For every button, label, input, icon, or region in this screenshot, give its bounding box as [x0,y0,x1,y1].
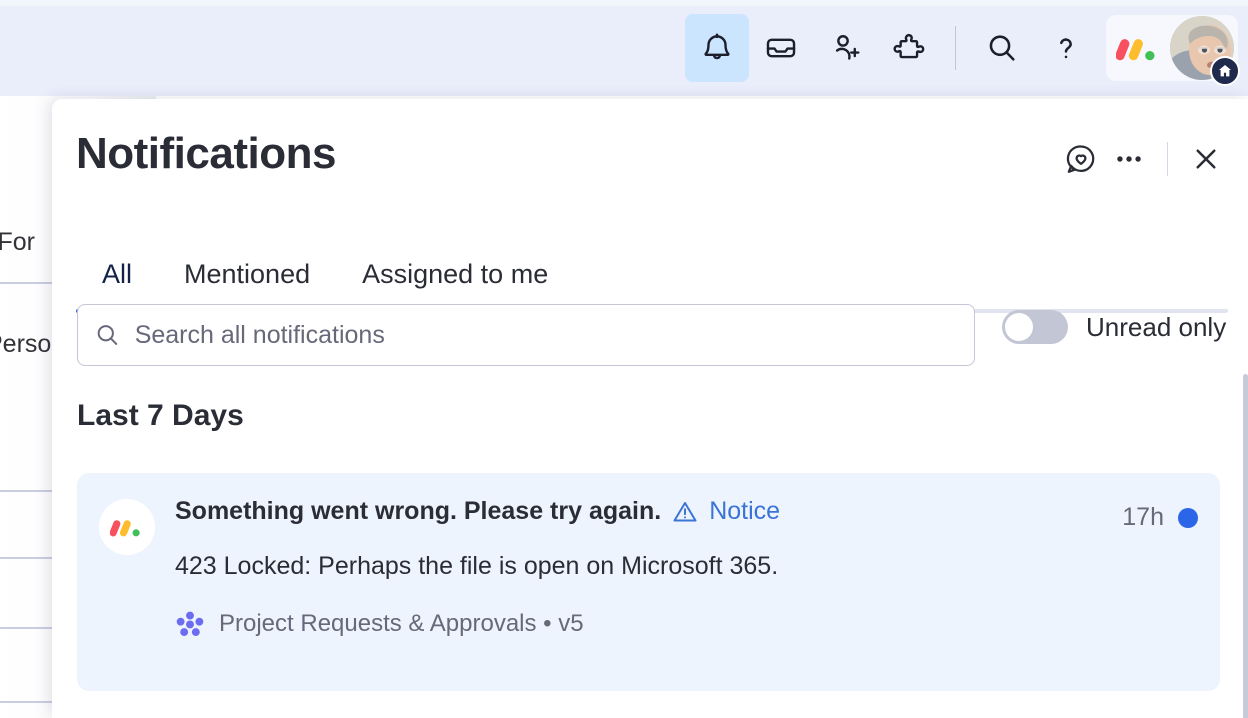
more-options-button[interactable] [1105,135,1153,183]
notification-body: Something went wrong. Please try again. … [175,497,1102,639]
inbox-icon [764,31,798,65]
notification-item[interactable]: Something went wrong. Please try again. … [77,473,1220,691]
monday-logo-icon [1116,31,1160,65]
top-navigation-bar [0,0,1248,96]
tabs-row: All Mentioned Assigned to me [76,259,1228,309]
notification-source-label: Project Requests & Approvals • v5 [219,610,584,638]
notification-timestamp: 17h [1122,503,1164,532]
section-heading-last-7-days: Last 7 Days [77,399,244,433]
panel-scrollbar[interactable] [1243,374,1248,718]
notification-description: 423 Locked: Perhaps the file is open on … [175,552,1102,581]
tab-all[interactable]: All [76,259,158,309]
unread-status-dot[interactable] [1178,508,1198,528]
toggle-knob [1005,313,1033,341]
invite-member-button[interactable] [813,14,877,82]
search-box[interactable] [77,304,975,366]
background-text-1: s For [0,228,35,257]
panel-header-actions [1057,135,1231,183]
topbar-separator [955,26,956,70]
apps-button[interactable] [877,14,941,82]
notification-source-row: Project Requests & Approvals • v5 [175,609,1102,639]
topbar-icon-group [685,14,1238,82]
help-button[interactable] [1034,14,1098,82]
feedback-heart-icon [1064,142,1098,176]
notifications-bell-button[interactable] [685,14,749,82]
notifications-bell-icon [700,30,734,66]
search-icon [94,321,121,349]
notification-top-row: Something went wrong. Please try again. … [99,497,1198,639]
close-button[interactable] [1182,135,1230,183]
feedback-button[interactable] [1057,135,1105,183]
notification-title: Something went wrong. Please try again. [175,497,661,526]
search-input[interactable] [135,321,958,350]
notice-link[interactable]: Notice [709,497,780,526]
topbar-accent-strip [0,0,1248,6]
notification-avatar [99,499,155,555]
more-options-icon [1112,142,1146,176]
notification-title-row: Something went wrong. Please try again. … [175,497,1102,526]
unread-only-label: Unread only [1086,312,1226,343]
page-title: Notifications [76,129,336,179]
unread-only-filter: Unread only [1002,310,1226,344]
app-root: s For Perso [0,0,1248,718]
tab-mentioned[interactable]: Mentioned [158,259,336,309]
help-question-icon [1049,31,1083,65]
tab-assigned-to-me[interactable]: Assigned to me [336,259,574,309]
search-icon [985,31,1019,65]
apps-puzzle-icon [892,31,926,65]
invite-member-icon [828,31,862,65]
notification-status-group: 17h [1122,497,1198,532]
avatar[interactable] [1170,16,1234,80]
account-chip[interactable] [1106,15,1238,81]
notifications-panel: Notifications [52,99,1248,718]
unread-only-toggle[interactable] [1002,310,1068,344]
home-badge[interactable] [1210,56,1240,86]
home-icon [1217,63,1233,79]
background-text-2: Perso [0,330,51,359]
monday-logo-avatar-icon [110,514,144,540]
inbox-button[interactable] [749,14,813,82]
board-dots-icon [175,609,205,639]
header-separator [1167,142,1169,176]
warning-triangle-icon [671,498,699,526]
search-button[interactable] [970,14,1034,82]
panel-header: Notifications [52,99,1248,207]
close-icon [1190,143,1222,175]
